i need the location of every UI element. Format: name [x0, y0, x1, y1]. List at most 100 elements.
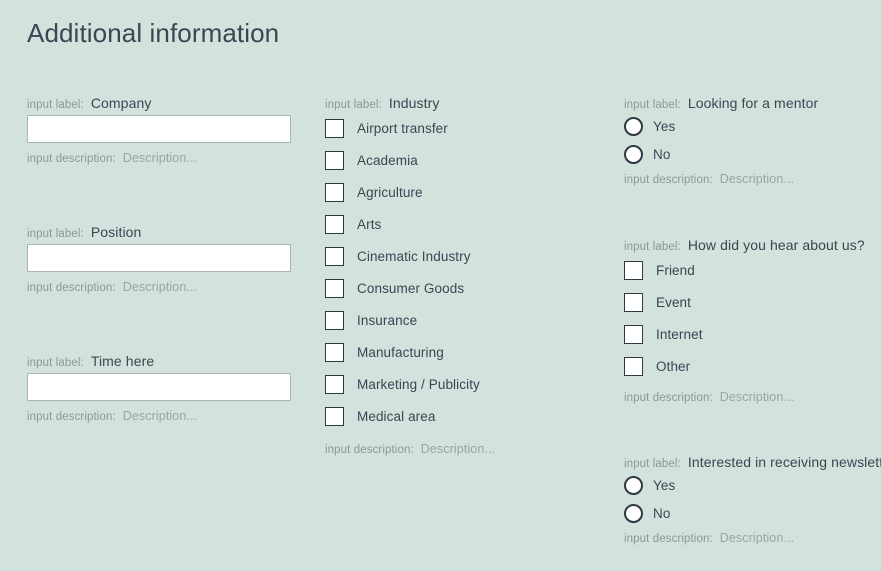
field-mentor-description-line: input description: Description...: [624, 172, 818, 188]
checkbox-icon[interactable]: [325, 118, 344, 138]
description-prefix: input description:: [624, 533, 713, 545]
field-industry-label: Industry: [388, 95, 440, 111]
checkbox-row-manufacturing[interactable]: Manufacturing: [325, 336, 495, 368]
checkbox-label: Agriculture: [357, 184, 423, 200]
description-prefix: input description:: [325, 444, 414, 456]
field-time-here-label: Time here: [90, 353, 155, 369]
checkbox-row-arts[interactable]: Arts: [325, 208, 495, 240]
checkbox-row-insurance[interactable]: Insurance: [325, 304, 495, 336]
checkbox-row-internet[interactable]: Internet: [624, 318, 865, 350]
radio-icon[interactable]: [624, 116, 643, 136]
checkbox-row-cinematic-industry[interactable]: Cinematic Industry: [325, 240, 495, 272]
field-mentor: input label: Looking for a mentor Yes No …: [624, 96, 818, 188]
checkbox-row-academia[interactable]: Academia: [325, 144, 495, 176]
checkbox-icon[interactable]: [325, 246, 344, 266]
field-newsletter-description: Description...: [719, 531, 795, 545]
radio-icon[interactable]: [624, 503, 643, 523]
field-company-label: Company: [90, 95, 152, 111]
description-prefix: input description:: [27, 411, 116, 423]
radio-row-mentor-yes[interactable]: Yes: [624, 112, 818, 140]
company-input[interactable]: [27, 115, 291, 143]
page-title: Additional information: [27, 18, 280, 48]
checkbox-icon[interactable]: [325, 310, 344, 330]
field-time-here-label-line: input label: Time here: [27, 354, 291, 370]
label-prefix: input label:: [27, 99, 84, 111]
radio-icon[interactable]: [624, 475, 643, 495]
radio-row-mentor-no[interactable]: No: [624, 140, 818, 168]
radio-icon[interactable]: [624, 144, 643, 164]
field-newsletter-label: Interested in receiving newsletter: [687, 454, 881, 470]
field-newsletter-description-line: input description: Description...: [624, 531, 881, 547]
position-input[interactable]: [27, 244, 291, 272]
description-prefix: input description:: [624, 392, 713, 404]
field-position-description-line: input description: Description...: [27, 280, 291, 296]
checkbox-row-friend[interactable]: Friend: [624, 254, 865, 286]
radio-label: Yes: [653, 118, 676, 134]
radio-label: No: [653, 146, 671, 162]
field-hear-about-us-label: How did you hear about us?: [687, 237, 865, 253]
checkbox-icon[interactable]: [624, 292, 643, 312]
field-mentor-label: Looking for a mentor: [687, 95, 819, 111]
checkbox-label: Academia: [357, 152, 418, 168]
industry-checkbox-group: Airport transfer Academia Agriculture Ar…: [325, 112, 495, 432]
checkbox-label: Marketing / Publicity: [357, 376, 480, 392]
label-prefix: input label:: [624, 241, 681, 253]
mentor-radio-group: Yes No: [624, 112, 818, 168]
field-company-description-line: input description: Description...: [27, 151, 291, 167]
field-hear-about-us: input label: How did you hear about us? F…: [624, 238, 865, 406]
description-prefix: input description:: [624, 174, 713, 186]
field-position-label: Position: [90, 224, 142, 240]
checkbox-icon[interactable]: [325, 278, 344, 298]
checkbox-label: Manufacturing: [357, 344, 444, 360]
checkbox-icon[interactable]: [325, 150, 344, 170]
checkbox-label: Consumer Goods: [357, 280, 465, 296]
checkbox-row-event[interactable]: Event: [624, 286, 865, 318]
radio-label: No: [653, 505, 671, 521]
checkbox-row-consumer-goods[interactable]: Consumer Goods: [325, 272, 495, 304]
label-prefix: input label:: [27, 357, 84, 369]
field-newsletter: input label: Interested in receiving news…: [624, 455, 881, 547]
field-industry: input label: Industry Airport transfer Ac…: [325, 96, 495, 458]
checkbox-row-agriculture[interactable]: Agriculture: [325, 176, 495, 208]
checkbox-icon[interactable]: [624, 356, 643, 376]
label-prefix: input label:: [27, 228, 84, 240]
checkbox-icon[interactable]: [624, 260, 643, 280]
field-newsletter-label-line: input label: Interested in receiving news…: [624, 455, 881, 471]
checkbox-row-marketing-publicity[interactable]: Marketing / Publicity: [325, 368, 495, 400]
field-position-label-line: input label: Position: [27, 225, 291, 241]
checkbox-icon[interactable]: [325, 214, 344, 234]
checkbox-label: Medical area: [357, 408, 436, 424]
checkbox-row-airport-transfer[interactable]: Airport transfer: [325, 112, 495, 144]
field-time-here-description: Description...: [122, 409, 198, 423]
checkbox-row-medical-area[interactable]: Medical area: [325, 400, 495, 432]
radio-row-newsletter-yes[interactable]: Yes: [624, 471, 881, 499]
checkbox-label: Cinematic Industry: [357, 248, 471, 264]
checkbox-row-other[interactable]: Other: [624, 350, 865, 382]
checkbox-label: Friend: [656, 262, 695, 278]
checkbox-label: Other: [656, 358, 691, 374]
newsletter-radio-group: Yes No: [624, 471, 881, 527]
field-time-here: input label: Time here input description:…: [27, 354, 291, 425]
checkbox-label: Airport transfer: [357, 120, 448, 136]
time-here-input[interactable]: [27, 373, 291, 401]
checkbox-icon[interactable]: [325, 374, 344, 394]
field-hear-about-us-description-line: input description: Description...: [624, 390, 865, 406]
checkbox-icon[interactable]: [325, 342, 344, 362]
checkbox-label: Event: [656, 294, 692, 310]
checkbox-icon[interactable]: [325, 182, 344, 202]
checkbox-label: Arts: [357, 216, 382, 232]
field-industry-label-line: input label: Industry: [325, 96, 495, 112]
description-prefix: input description:: [27, 282, 116, 294]
checkbox-label: Internet: [656, 326, 703, 342]
checkbox-icon[interactable]: [624, 324, 643, 344]
radio-label: Yes: [653, 477, 676, 493]
field-company: input label: Company input description: De…: [27, 96, 291, 167]
field-industry-description: Description...: [420, 442, 496, 456]
field-mentor-description: Description...: [719, 172, 795, 186]
label-prefix: input label:: [325, 99, 382, 111]
radio-row-newsletter-no[interactable]: No: [624, 499, 881, 527]
checkbox-label: Insurance: [357, 312, 418, 328]
field-position-description: Description...: [122, 280, 198, 294]
checkbox-icon[interactable]: [325, 406, 344, 426]
field-company-description: Description...: [122, 151, 198, 165]
